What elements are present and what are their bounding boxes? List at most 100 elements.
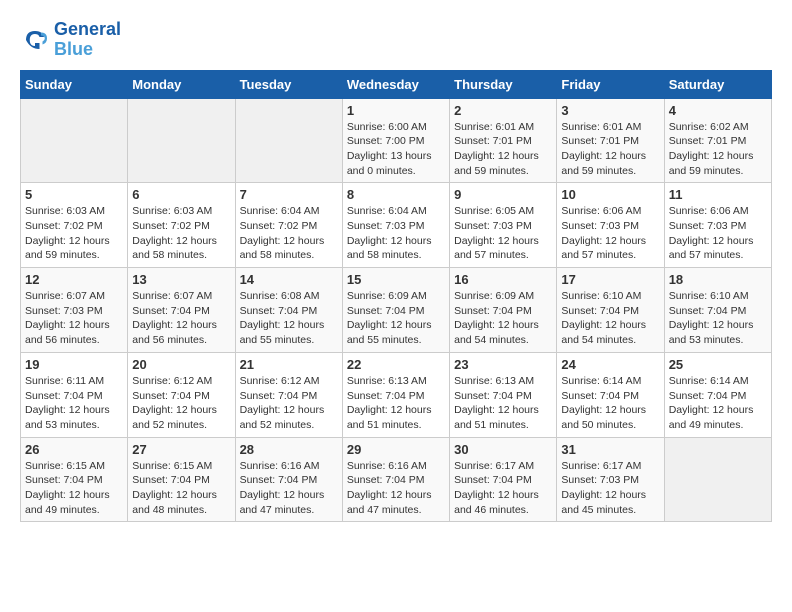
day-number: 21: [240, 357, 338, 372]
day-number: 4: [669, 103, 767, 118]
calendar-cell: 9 Sunrise: 6:05 AMSunset: 7:03 PMDaylight…: [450, 183, 557, 268]
calendar-cell: 27 Sunrise: 6:15 AMSunset: 7:04 PMDayligh…: [128, 437, 235, 522]
day-number: 8: [347, 187, 445, 202]
calendar-cell: 29Sunrise: 6:16 AMSunset: 7:04 PMDayligh…: [342, 437, 449, 522]
day-info: Sunrise: 6:00 AMSunset: 7:00 PMDaylight:…: [347, 120, 445, 179]
day-info: Sunrise: 6:09 AMSunset: 7:04 PMDaylight:…: [454, 289, 552, 348]
calendar-body: 1Sunrise: 6:00 AMSunset: 7:00 PMDaylight…: [21, 98, 772, 522]
calendar-cell: 22Sunrise: 6:13 AMSunset: 7:04 PMDayligh…: [342, 352, 449, 437]
day-info: Sunrise: 6:14 AMSunset: 7:04 PMDaylight:…: [669, 374, 767, 433]
calendar-cell: 25 Sunrise: 6:14 AMSunset: 7:04 PMDayligh…: [664, 352, 771, 437]
calendar-cell: 12 Sunrise: 6:07 AMSunset: 7:03 PMDayligh…: [21, 268, 128, 353]
day-number: 24: [561, 357, 659, 372]
day-info: Sunrise: 6:11 AMSunset: 7:04 PMDaylight:…: [25, 374, 123, 433]
calendar-cell: 4 Sunrise: 6:02 AMSunset: 7:01 PMDaylight…: [664, 98, 771, 183]
day-info: Sunrise: 6:01 AMSunset: 7:01 PMDaylight:…: [561, 120, 659, 179]
calendar-cell: 21 Sunrise: 6:12 AMSunset: 7:04 PMDayligh…: [235, 352, 342, 437]
weekday-header-sunday: Sunday: [21, 70, 128, 98]
day-number: 10: [561, 187, 659, 202]
calendar-cell: 7 Sunrise: 6:04 AMSunset: 7:02 PMDaylight…: [235, 183, 342, 268]
calendar-table: SundayMondayTuesdayWednesdayThursdayFrid…: [20, 70, 772, 523]
calendar-cell: 23 Sunrise: 6:13 AMSunset: 7:04 PMDayligh…: [450, 352, 557, 437]
day-number: 23: [454, 357, 552, 372]
calendar-cell: [128, 98, 235, 183]
weekday-header-wednesday: Wednesday: [342, 70, 449, 98]
calendar-cell: [664, 437, 771, 522]
page-header: General Blue: [20, 20, 772, 60]
day-info: Sunrise: 6:03 AMSunset: 7:02 PMDaylight:…: [25, 204, 123, 263]
day-number: 7: [240, 187, 338, 202]
calendar-cell: 26 Sunrise: 6:15 AMSunset: 7:04 PMDayligh…: [21, 437, 128, 522]
calendar-cell: 19 Sunrise: 6:11 AMSunset: 7:04 PMDayligh…: [21, 352, 128, 437]
calendar-cell: 5Sunrise: 6:03 AMSunset: 7:02 PMDaylight…: [21, 183, 128, 268]
calendar-cell: 11 Sunrise: 6:06 AMSunset: 7:03 PMDayligh…: [664, 183, 771, 268]
day-info: Sunrise: 6:13 AMSunset: 7:04 PMDaylight:…: [454, 374, 552, 433]
calendar-cell: 17 Sunrise: 6:10 AMSunset: 7:04 PMDayligh…: [557, 268, 664, 353]
calendar-week-2: 5Sunrise: 6:03 AMSunset: 7:02 PMDaylight…: [21, 183, 772, 268]
day-info: Sunrise: 6:17 AMSunset: 7:04 PMDaylight:…: [454, 459, 552, 518]
day-number: 19: [25, 357, 123, 372]
calendar-cell: 16 Sunrise: 6:09 AMSunset: 7:04 PMDayligh…: [450, 268, 557, 353]
calendar-cell: 6Sunrise: 6:03 AMSunset: 7:02 PMDaylight…: [128, 183, 235, 268]
day-number: 16: [454, 272, 552, 287]
day-number: 15: [347, 272, 445, 287]
day-number: 30: [454, 442, 552, 457]
day-number: 18: [669, 272, 767, 287]
calendar-header: SundayMondayTuesdayWednesdayThursdayFrid…: [21, 70, 772, 98]
day-info: Sunrise: 6:12 AMSunset: 7:04 PMDaylight:…: [240, 374, 338, 433]
calendar-cell: 3Sunrise: 6:01 AMSunset: 7:01 PMDaylight…: [557, 98, 664, 183]
weekday-header-monday: Monday: [128, 70, 235, 98]
logo: General Blue: [20, 20, 121, 60]
calendar-cell: 31 Sunrise: 6:17 AMSunset: 7:03 PMDayligh…: [557, 437, 664, 522]
calendar-cell: 10 Sunrise: 6:06 AMSunset: 7:03 PMDayligh…: [557, 183, 664, 268]
weekday-header-tuesday: Tuesday: [235, 70, 342, 98]
calendar-week-1: 1Sunrise: 6:00 AMSunset: 7:00 PMDaylight…: [21, 98, 772, 183]
day-info: Sunrise: 6:15 AMSunset: 7:04 PMDaylight:…: [132, 459, 230, 518]
day-info: Sunrise: 6:06 AMSunset: 7:03 PMDaylight:…: [669, 204, 767, 263]
day-number: 11: [669, 187, 767, 202]
day-info: Sunrise: 6:01 AMSunset: 7:01 PMDaylight:…: [454, 120, 552, 179]
day-info: Sunrise: 6:12 AMSunset: 7:04 PMDaylight:…: [132, 374, 230, 433]
calendar-cell: 8 Sunrise: 6:04 AMSunset: 7:03 PMDaylight…: [342, 183, 449, 268]
day-info: Sunrise: 6:10 AMSunset: 7:04 PMDaylight:…: [561, 289, 659, 348]
day-info: Sunrise: 6:07 AMSunset: 7:03 PMDaylight:…: [25, 289, 123, 348]
day-number: 26: [25, 442, 123, 457]
calendar-cell: 13 Sunrise: 6:07 AMSunset: 7:04 PMDayligh…: [128, 268, 235, 353]
day-number: 9: [454, 187, 552, 202]
day-number: 13: [132, 272, 230, 287]
day-info: Sunrise: 6:06 AMSunset: 7:03 PMDaylight:…: [561, 204, 659, 263]
day-number: 12: [25, 272, 123, 287]
day-number: 28: [240, 442, 338, 457]
day-info: Sunrise: 6:04 AMSunset: 7:03 PMDaylight:…: [347, 204, 445, 263]
day-info: Sunrise: 6:05 AMSunset: 7:03 PMDaylight:…: [454, 204, 552, 263]
calendar-cell: 20 Sunrise: 6:12 AMSunset: 7:04 PMDayligh…: [128, 352, 235, 437]
calendar-cell: 15 Sunrise: 6:09 AMSunset: 7:04 PMDayligh…: [342, 268, 449, 353]
day-number: 27: [132, 442, 230, 457]
day-info: Sunrise: 6:09 AMSunset: 7:04 PMDaylight:…: [347, 289, 445, 348]
day-number: 17: [561, 272, 659, 287]
day-number: 2: [454, 103, 552, 118]
day-info: Sunrise: 6:15 AMSunset: 7:04 PMDaylight:…: [25, 459, 123, 518]
logo-text: General Blue: [54, 20, 121, 60]
day-info: Sunrise: 6:13 AMSunset: 7:04 PMDaylight:…: [347, 374, 445, 433]
day-number: 20: [132, 357, 230, 372]
calendar-cell: [235, 98, 342, 183]
day-info: Sunrise: 6:17 AMSunset: 7:03 PMDaylight:…: [561, 459, 659, 518]
day-info: Sunrise: 6:16 AMSunset: 7:04 PMDaylight:…: [240, 459, 338, 518]
day-info: Sunrise: 6:04 AMSunset: 7:02 PMDaylight:…: [240, 204, 338, 263]
day-info: Sunrise: 6:02 AMSunset: 7:01 PMDaylight:…: [669, 120, 767, 179]
day-number: 31: [561, 442, 659, 457]
day-number: 6: [132, 187, 230, 202]
weekday-header-friday: Friday: [557, 70, 664, 98]
day-info: Sunrise: 6:08 AMSunset: 7:04 PMDaylight:…: [240, 289, 338, 348]
day-info: Sunrise: 6:07 AMSunset: 7:04 PMDaylight:…: [132, 289, 230, 348]
day-number: 25: [669, 357, 767, 372]
calendar-cell: 24Sunrise: 6:14 AMSunset: 7:04 PMDayligh…: [557, 352, 664, 437]
calendar-cell: 18Sunrise: 6:10 AMSunset: 7:04 PMDayligh…: [664, 268, 771, 353]
logo-icon: [20, 25, 50, 55]
day-number: 29: [347, 442, 445, 457]
calendar-cell: 28 Sunrise: 6:16 AMSunset: 7:04 PMDayligh…: [235, 437, 342, 522]
calendar-cell: 30 Sunrise: 6:17 AMSunset: 7:04 PMDayligh…: [450, 437, 557, 522]
weekday-header-saturday: Saturday: [664, 70, 771, 98]
calendar-cell: 2 Sunrise: 6:01 AMSunset: 7:01 PMDaylight…: [450, 98, 557, 183]
